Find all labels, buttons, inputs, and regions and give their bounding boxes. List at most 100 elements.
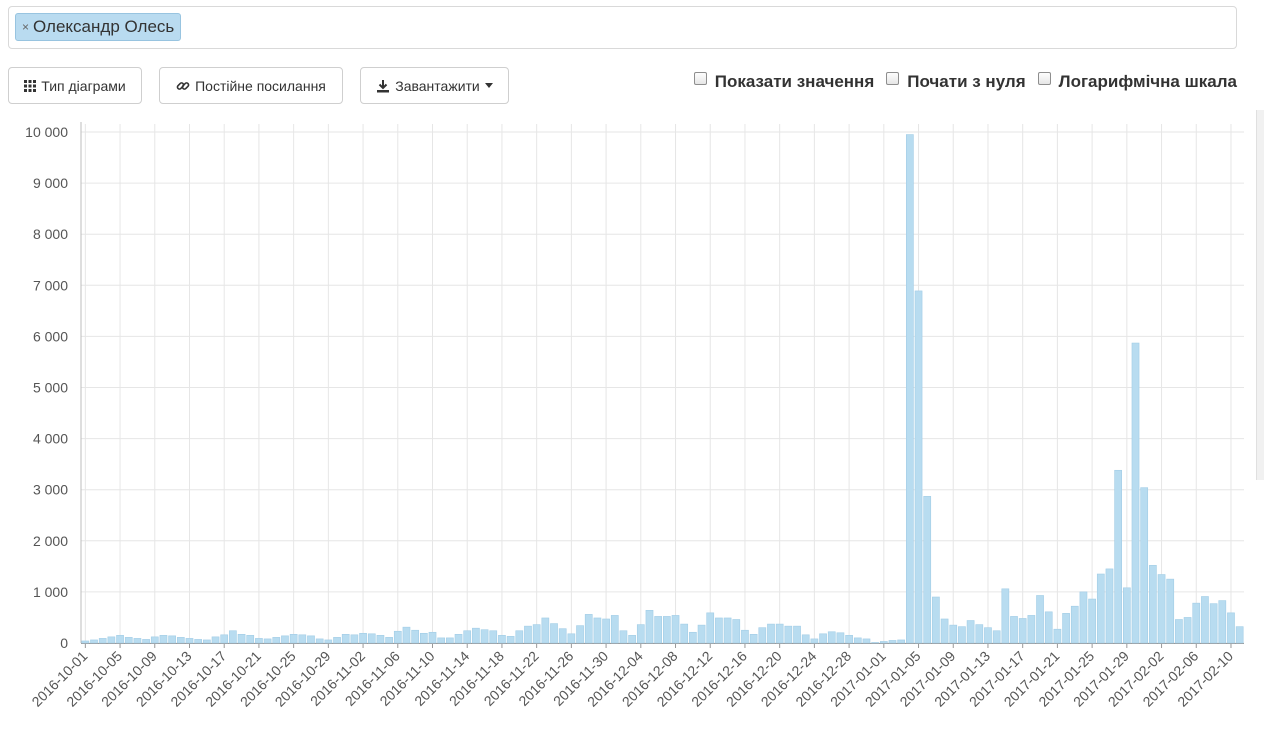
bar (879, 641, 888, 644)
bar (437, 637, 446, 644)
bar (524, 625, 532, 644)
download-button[interactable]: Завантажити (360, 67, 509, 104)
bar (1140, 487, 1149, 644)
bar (176, 637, 185, 644)
bar (775, 623, 784, 644)
bar (1201, 596, 1209, 644)
bar (793, 625, 801, 644)
start-zero-option[interactable]: Почати з нуля (886, 71, 1026, 92)
bar (1122, 587, 1131, 644)
bar (966, 620, 975, 644)
bar (1053, 628, 1062, 644)
chart-type-button[interactable]: Тип діаграми (8, 67, 142, 104)
bar (1027, 615, 1036, 644)
bar (98, 638, 107, 644)
bar (220, 634, 229, 644)
bar (1044, 611, 1053, 644)
start-zero-checkbox[interactable] (886, 71, 900, 85)
bar (454, 634, 463, 644)
bar (1209, 603, 1218, 644)
bar (567, 633, 576, 644)
bar (1088, 598, 1096, 644)
bar (506, 636, 515, 644)
bar (185, 638, 194, 644)
bar (593, 617, 602, 644)
show-values-label: Показати значення (714, 72, 875, 91)
bar (367, 633, 376, 644)
remove-tag-icon[interactable]: × (22, 20, 29, 34)
bar (211, 636, 220, 644)
bar (723, 617, 732, 644)
bar (610, 615, 619, 644)
link-icon (176, 79, 190, 93)
y-tick-label: 0 (60, 635, 68, 651)
bar (871, 642, 879, 644)
bar (767, 623, 775, 644)
bar (124, 637, 133, 644)
bar (662, 616, 671, 644)
chevron-down-icon (484, 83, 493, 88)
y-tick-label: 2 000 (33, 533, 68, 549)
bar (281, 635, 289, 644)
bar (307, 635, 315, 644)
log-scale-checkbox[interactable] (1037, 71, 1051, 85)
bar (680, 623, 689, 644)
show-values-option[interactable]: Показати значення (693, 71, 875, 92)
bar (697, 624, 706, 644)
bar (975, 624, 984, 644)
vertical-scrollbar[interactable] (1256, 110, 1264, 480)
bar (203, 639, 211, 644)
bar (923, 496, 932, 644)
bar (350, 634, 359, 644)
bar (272, 637, 281, 644)
bar (958, 626, 966, 644)
bar (1149, 565, 1157, 644)
bar (428, 631, 437, 644)
bar (515, 630, 524, 644)
bar (376, 635, 385, 644)
bar (1131, 342, 1140, 644)
bar (992, 630, 1001, 644)
bar (732, 619, 741, 644)
start-zero-label: Почати з нуля (907, 72, 1026, 91)
bar (827, 631, 836, 644)
y-tick-label: 4 000 (33, 431, 68, 447)
bar (1079, 591, 1088, 644)
show-values-checkbox[interactable] (693, 71, 707, 85)
bar (619, 630, 628, 644)
y-tick-label: 10 000 (25, 124, 68, 140)
bar (480, 629, 489, 644)
bar (862, 638, 871, 644)
download-label: Завантажити (395, 77, 480, 94)
bar (541, 617, 550, 644)
bar (897, 639, 906, 644)
bar (1192, 602, 1201, 644)
grid-icon (24, 79, 37, 92)
permalink-button[interactable]: Постійне посилання (159, 67, 343, 104)
bar (1166, 578, 1175, 644)
bar (333, 637, 341, 644)
bar (168, 635, 176, 644)
bar (298, 634, 307, 644)
y-tick-label: 8 000 (33, 226, 68, 242)
bar-chart: 0 1 000 2 000 3 000 4 000 5 000 6 000 7 000 8 00… (25, 122, 1244, 710)
bar (116, 635, 124, 644)
bar (246, 635, 255, 644)
author-tag: × Олександр Олесь (15, 13, 182, 41)
bar (498, 635, 506, 644)
bar (289, 634, 298, 644)
bar (706, 612, 715, 644)
bar (1114, 469, 1122, 644)
author-filter-input[interactable]: × Олександр Олесь (8, 6, 1237, 49)
bar (654, 616, 662, 644)
bar (584, 614, 593, 644)
bar (489, 630, 498, 644)
log-scale-option[interactable]: Логарифмічна шкала (1037, 71, 1237, 92)
bar (932, 596, 940, 644)
bar (107, 636, 116, 644)
bar (801, 634, 810, 644)
y-tick-label: 1 000 (33, 584, 68, 600)
bar (237, 634, 246, 644)
author-tag-label: Олександр Олесь (33, 17, 175, 36)
y-tick-label: 5 000 (33, 380, 68, 396)
